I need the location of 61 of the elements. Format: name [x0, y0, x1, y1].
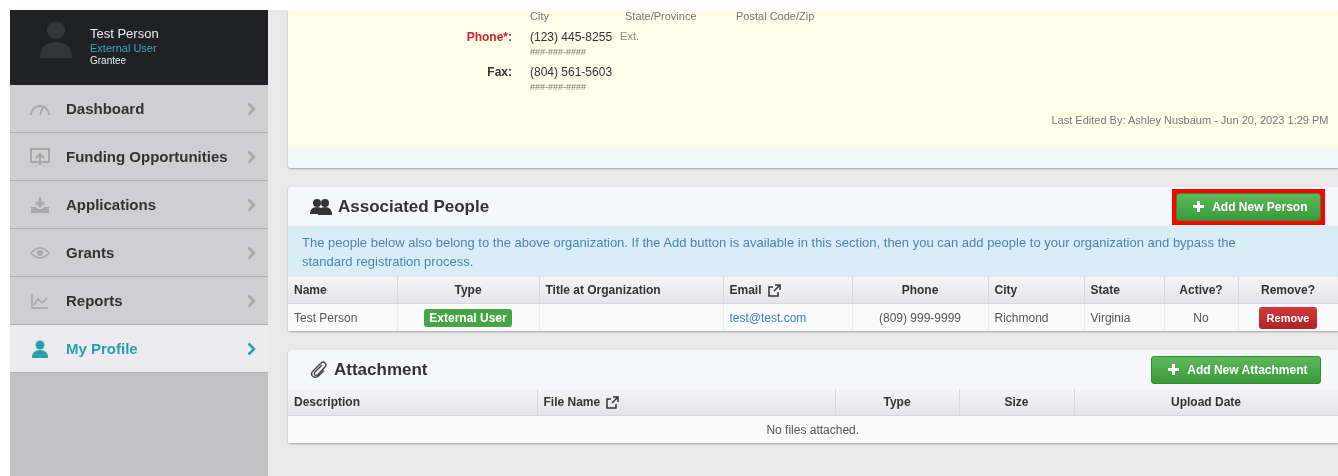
sidebar-item[interactable]: Funding Opportunities: [10, 133, 268, 181]
field-sublabel: Postal Code/Zip: [736, 10, 815, 22]
plus-icon: [1168, 364, 1180, 375]
info-notice: The people below also belong to the above organization. If the Add button is available in this section, then you can add people to your organization and bypass the standard registration process.: [288, 226, 1338, 277]
column-header: City: [994, 283, 1018, 297]
field-sublabel: City: [530, 10, 550, 22]
chevron-icon: [247, 293, 256, 308]
format-hint: ###-###-####: [530, 47, 587, 57]
format-hint: ###-###-####: [530, 82, 587, 92]
chevron-icon: [247, 197, 256, 212]
chart-icon: [31, 292, 49, 309]
column-header: Phone: [901, 283, 939, 297]
column-header: State: [1090, 283, 1120, 297]
field-label: Fax:: [487, 65, 512, 79]
column-header: Name: [294, 283, 327, 297]
person-icon: [31, 339, 49, 358]
table-cell: Test Person: [294, 310, 358, 325]
section-title: Associated People: [338, 196, 490, 217]
field-sublabel: State/Province: [625, 10, 698, 22]
table-cell: Virginia: [1090, 310, 1131, 325]
user-group: Grantee: [90, 55, 159, 66]
table-cell: Richmond: [994, 310, 1049, 325]
sidebar-item[interactable]: Dashboard: [10, 85, 268, 133]
section-title: Attachment: [334, 359, 428, 380]
field-value: (123) 445-8255: [530, 30, 613, 44]
user-name: Test Person: [90, 26, 159, 41]
download-icon: [30, 195, 50, 214]
column-header: Email: [729, 283, 781, 297]
table-cell: No: [1193, 310, 1209, 325]
eye-icon: [30, 245, 50, 260]
table-cell: (809) 999-9999: [878, 310, 962, 325]
paperclip-icon: [310, 360, 328, 379]
ext-label: Ext.: [620, 30, 639, 44]
plus-icon: [1193, 201, 1205, 212]
chevron-icon: [247, 341, 256, 356]
field-label: Phone*:: [466, 30, 512, 44]
upload-icon: [30, 147, 50, 166]
sidebar-item[interactable]: Grants: [10, 229, 268, 277]
user-role: External User: [90, 42, 158, 54]
field-value: (804) 561-5603: [530, 65, 613, 79]
column-header: Remove?: [1261, 283, 1315, 297]
column-header: Description: [294, 395, 360, 409]
people-icon: [310, 197, 332, 216]
column-header: File Name: [543, 395, 620, 409]
sidebar-item[interactable]: Reports: [10, 277, 268, 325]
empty-message: No files attached.: [766, 422, 860, 437]
column-header: Title at Organization: [545, 283, 661, 297]
type-badge: External User: [424, 308, 512, 327]
last-edited-text: Last Edited By: Ashley Nusbaum - Jun 20, 2023 1:29 PM: [1051, 114, 1329, 126]
column-header: Active?: [1179, 283, 1223, 297]
external-link-icon: [606, 395, 620, 409]
column-header: Upload Date: [1171, 395, 1241, 409]
sidebar-item[interactable]: Applications: [10, 181, 268, 229]
column-header: Type: [454, 283, 482, 297]
chevron-icon: [247, 245, 256, 260]
external-link-icon: [767, 283, 781, 297]
column-header: Type: [883, 395, 911, 409]
column-header: Size: [1004, 395, 1029, 409]
remove-button[interactable]: Remove: [1258, 306, 1318, 329]
chevron-icon: [247, 101, 256, 116]
chevron-icon: [247, 149, 256, 164]
